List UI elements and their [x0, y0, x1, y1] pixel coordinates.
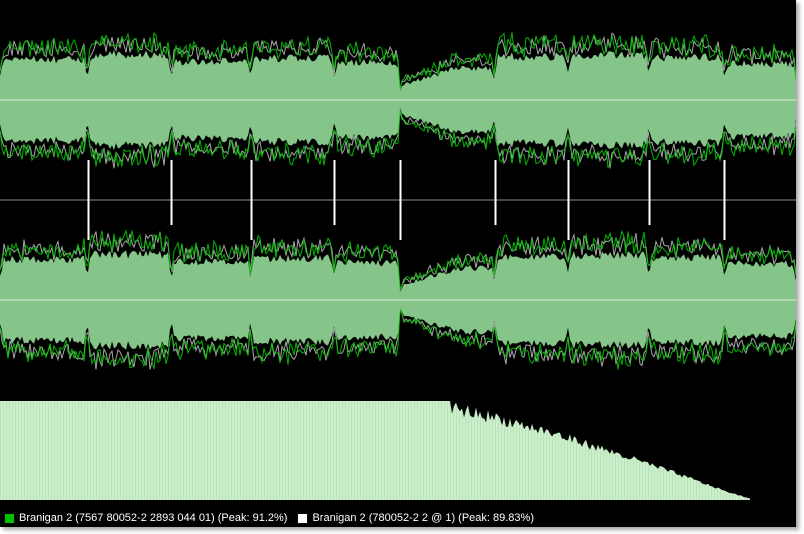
- spectrum-comparison: [0, 400, 796, 500]
- legend-item-track-b: Branigan 2 (780052-2 2 @ 1) (Peak: 89.83…: [297, 512, 534, 524]
- legend-item-track-a: Branigan 2 (7567 80052-2 2893 044 01) (P…: [4, 512, 287, 524]
- legend-label-track-b: Branigan 2 (780052-2 2 @ 1) (Peak: 89.83…: [312, 512, 534, 524]
- waveform-display: [0, 0, 796, 500]
- legend-label-track-a: Branigan 2 (7567 80052-2 2893 044 01) (P…: [19, 512, 288, 524]
- legend-swatch-track-a: [4, 512, 15, 524]
- legend-swatch-track-b: [297, 512, 309, 524]
- legend: Branigan 2 (7567 80052-2 2893 044 01) (P…: [4, 510, 544, 526]
- comparison-window: Branigan 2 (7567 80052-2 2893 044 01) (P…: [0, 0, 796, 527]
